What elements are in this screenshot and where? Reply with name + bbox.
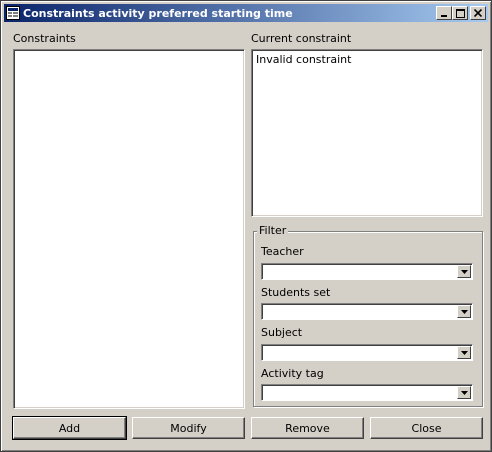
current-constraint-view[interactable]: Invalid constraint [251,49,483,217]
students-set-combobox[interactable] [261,303,473,320]
close-icon [474,9,482,17]
add-button[interactable]: Add [12,416,127,440]
filter-group-title: Filter [257,224,289,237]
chevron-down-icon [460,350,468,355]
chevron-down-icon [460,390,468,395]
minimize-icon [441,15,447,17]
chevron-down-icon [460,309,468,314]
app-icon [6,6,20,20]
minimize-button[interactable] [436,6,452,20]
subject-label: Subject [261,326,303,339]
close-window-button[interactable] [470,6,486,20]
teacher-dropdown-button[interactable] [457,265,471,278]
window-controls [436,6,486,20]
dialog-window: Constraints activity preferred starting … [0,0,492,452]
students-set-dropdown-button[interactable] [457,305,471,318]
maximize-icon [455,8,465,18]
modify-button[interactable]: Modify [132,417,245,439]
constraints-label: Constraints [13,32,76,45]
activity-tag-dropdown-button[interactable] [457,386,471,399]
teacher-combobox[interactable] [261,263,473,280]
chevron-down-icon [460,269,468,274]
subject-combobox[interactable] [261,344,473,361]
activity-tag-combobox[interactable] [261,384,473,401]
activity-tag-label: Activity tag [261,367,324,380]
maximize-button[interactable] [452,6,468,20]
remove-button[interactable]: Remove [251,417,364,439]
current-constraint-label: Current constraint [251,32,352,45]
constraints-list[interactable] [13,49,245,409]
window-title: Constraints activity preferred starting … [23,6,293,20]
teacher-label: Teacher [261,245,304,258]
students-set-label: Students set [261,286,331,299]
close-button[interactable]: Close [370,417,483,439]
subject-dropdown-button[interactable] [457,346,471,359]
title-bar[interactable]: Constraints activity preferred starting … [4,4,488,22]
current-constraint-text: Invalid constraint [256,53,352,66]
